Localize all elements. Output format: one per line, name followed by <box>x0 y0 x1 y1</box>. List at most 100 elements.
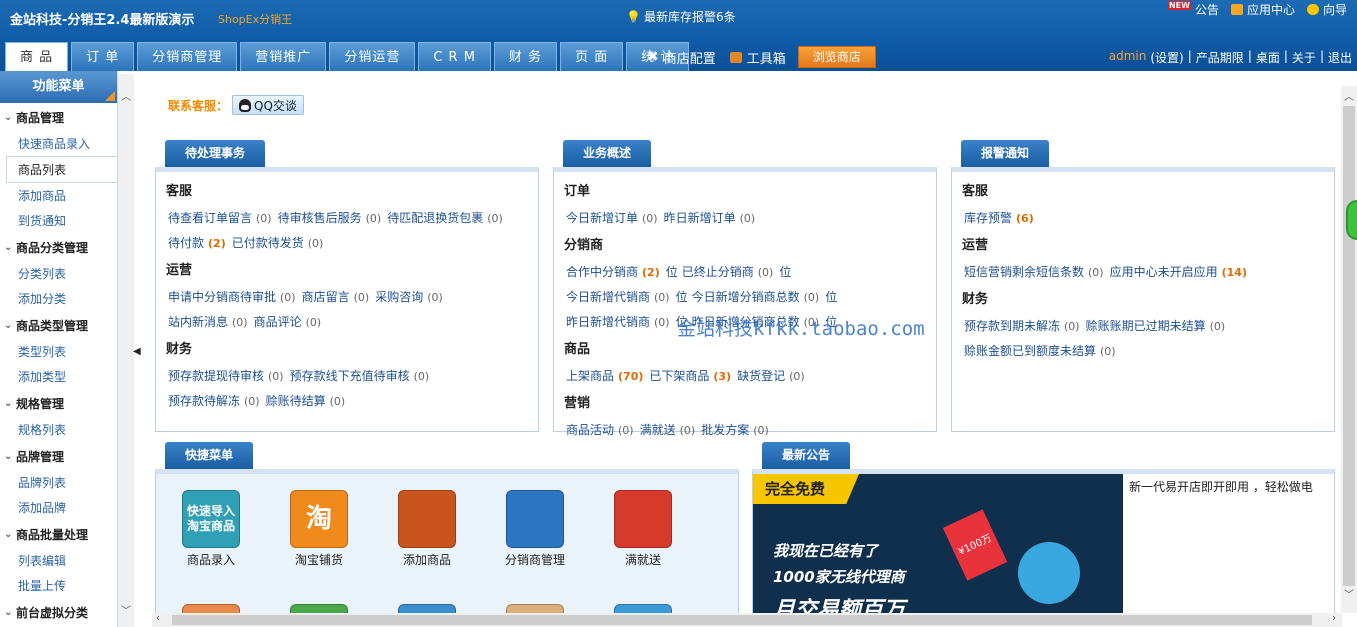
tab-0[interactable]: 商 品 <box>5 42 69 71</box>
sidebar-item[interactable]: 类型列表 <box>0 339 117 364</box>
stat-link[interactable]: 预存款提现待审核 <box>168 369 264 383</box>
stock-alert-link[interactable]: 💡 最新库存报警6条 <box>626 8 736 25</box>
tab-4[interactable]: 分销运营 <box>329 42 416 71</box>
admin-user[interactable]: admin <box>1109 49 1147 66</box>
quick-menu-item[interactable]: 添加商品 <box>382 490 472 568</box>
sidebar-item[interactable]: 批量上传 <box>0 573 117 598</box>
sidebar-group[interactable]: ⌄ 商品类型管理 <box>0 311 117 339</box>
sidebar-group-label: 商品管理 <box>16 111 65 125</box>
tab-pending[interactable]: 待处理事务 <box>165 140 266 167</box>
stat-link[interactable]: 待付款 <box>168 236 204 250</box>
tab-3[interactable]: 营销推广 <box>240 42 327 71</box>
sidebar-group[interactable]: ⌄ 前台虚拟分类 <box>0 598 117 626</box>
sidebar-group[interactable]: ⌄ 商品批量处理 <box>0 520 117 548</box>
stat-link[interactable]: 昨日新增订单 <box>664 211 736 225</box>
stat-link[interactable]: 赊账账期已过期未结算 <box>1086 319 1206 333</box>
stat-link[interactable]: 已终止分销商 <box>682 265 754 279</box>
stat-link[interactable]: 合作中分销商 <box>566 265 638 279</box>
sidebar-item[interactable]: 添加商品 <box>0 183 117 208</box>
quick-menu-item[interactable]: 分销商管理 <box>490 490 580 568</box>
sidebar-group[interactable]: ⌄ 商品管理 <box>0 103 117 131</box>
stat-link[interactable]: 商店留言 <box>302 290 350 304</box>
sidebar-item[interactable]: 添加品牌 <box>0 495 117 520</box>
browse-shop-button[interactable]: 浏览商店 <box>797 46 876 68</box>
sidebar-item[interactable]: 规格列表 <box>0 417 117 442</box>
quick-menu-item[interactable]: 快速导入 淘宝商品 商品录入 <box>166 490 256 568</box>
stat-link[interactable]: 预存款到期未解冻 <box>964 319 1060 333</box>
stat-link[interactable]: 采购咨询 <box>375 290 423 304</box>
scroll-up-icon[interactable]: ︿ <box>1344 88 1354 103</box>
stat-link[interactable]: 待查看订单留言 <box>168 211 252 225</box>
scroll-up-icon[interactable]: ︿ <box>121 88 131 103</box>
stat-link[interactable]: 赊账待结算 <box>266 394 326 408</box>
scroll-down-icon[interactable]: ﹀ <box>1344 586 1354 601</box>
stat-link[interactable]: 待审核售后服务 <box>278 211 362 225</box>
main-vertical-scrollbar[interactable]: ︿ ﹀ <box>1341 86 1357 613</box>
stat-link[interactable]: 已付款待发货 <box>232 236 304 250</box>
sidebar-group[interactable]: ⌄ 品牌管理 <box>0 442 117 470</box>
news-headline[interactable]: 新一代易开店即开即用 ，轻松做电 <box>1129 478 1327 495</box>
tab-6[interactable]: 财 务 <box>493 42 558 71</box>
stat-link[interactable]: 昨日新增代销商 <box>566 315 650 329</box>
tab-overview[interactable]: 业务概述 <box>563 140 652 167</box>
sidebar-group[interactable]: ⌄ 商品分类管理 <box>0 233 117 261</box>
desktop-link[interactable]: 桌面 <box>1256 49 1280 66</box>
sidebar-item[interactable]: 分类列表 <box>0 261 117 286</box>
product-period-link[interactable]: 产品期限 <box>1196 49 1244 66</box>
scroll-left-icon[interactable]: ‹ <box>156 613 160 624</box>
quick-menu-item[interactable]: 淘淘宝铺货 <box>274 490 364 568</box>
main-horizontal-scrollbar[interactable]: ‹ › <box>152 613 1342 627</box>
notice-link[interactable]: NEW 公告 <box>1167 0 1219 17</box>
logout-link[interactable]: 退出 <box>1328 49 1352 66</box>
sidebar-item[interactable]: 添加类型 <box>0 364 117 389</box>
guide-link[interactable]: 向导 <box>1306 1 1347 17</box>
stat-link[interactable]: 已下架商品 <box>649 369 709 383</box>
sidebar-item[interactable]: 到货通知 <box>0 208 117 233</box>
stat-link[interactable]: 缺货登记 <box>737 369 785 383</box>
quick-menu-item[interactable]: 满就送 <box>598 490 688 568</box>
tab-news[interactable]: 最新公告 <box>762 442 851 469</box>
stat-link[interactable]: 今日新增分销商总数 <box>692 290 800 304</box>
stat-link[interactable]: 站内新消息 <box>168 315 228 329</box>
stat-link[interactable]: 应用中心未开启应用 <box>1110 265 1218 279</box>
tab-1[interactable]: 订 单 <box>71 42 135 71</box>
tab-alerts[interactable]: 报警通知 <box>961 140 1050 167</box>
about-link[interactable]: 关于 <box>1292 49 1316 66</box>
stat-link[interactable]: 短信营销剩余短信条数 <box>964 265 1084 279</box>
toolbox-link[interactable]: 工具箱 <box>729 48 786 67</box>
shop-config-link[interactable]: ✖ 商店配置 <box>647 48 716 67</box>
sidebar-group[interactable]: ⌄ 规格管理 <box>0 389 117 417</box>
qq-chat-button[interactable]: QQ交谈 <box>232 95 304 115</box>
settings-link[interactable]: (设置) <box>1150 49 1183 66</box>
sidebar-item[interactable]: 快速商品录入 <box>0 131 117 156</box>
stat-link[interactable]: 批发方案 <box>701 423 749 437</box>
app-center-link[interactable]: 应用中心 <box>1230 1 1295 17</box>
stat-link[interactable]: 待匹配退换货包裹 <box>387 211 483 225</box>
stat-link[interactable]: 商品活动 <box>566 423 614 437</box>
top-header: 金站科技-分销王2.4最新版演示 ShopEx分销王 💡 最新库存报警6条 NEW… <box>0 0 1357 71</box>
promo-banner[interactable]: 完全免费 我现在已经有了 1000家无线代理商 月交易额百万 ¥100万 <box>753 474 1123 614</box>
tab-5[interactable]: C R M <box>418 42 491 71</box>
stat-link[interactable]: 赊账金额已到额度未结算 <box>964 344 1096 358</box>
tab-7[interactable]: 页 面 <box>560 42 624 71</box>
stat-link[interactable]: 库存预警 <box>964 211 1012 225</box>
scroll-right-icon[interactable]: › <box>1332 613 1336 624</box>
stat-row: 预存款提现待审核 (0) 预存款线下充值待审核 (0) <box>168 367 538 384</box>
stat-link[interactable]: 满就送 <box>640 423 676 437</box>
floating-widget-icon[interactable] <box>1346 200 1357 240</box>
stat-link[interactable]: 申请中分销商待审批 <box>168 290 276 304</box>
scroll-down-icon[interactable]: ﹀ <box>121 602 131 617</box>
sidebar-item[interactable]: 添加分类 <box>0 286 117 311</box>
sidebar-item[interactable]: 商品列表 <box>6 156 117 183</box>
stat-link[interactable]: 今日新增代销商 <box>566 290 650 304</box>
tab-quick-menu[interactable]: 快捷菜单 <box>165 442 254 469</box>
sidebar-scrollbar[interactable]: ︿ ﹀ <box>118 74 134 627</box>
stat-link[interactable]: 今日新增订单 <box>566 211 638 225</box>
sidebar-item[interactable]: 列表编辑 <box>0 548 117 573</box>
stat-link[interactable]: 上架商品 <box>566 369 614 383</box>
sidebar-item[interactable]: 品牌列表 <box>0 470 117 495</box>
stat-link[interactable]: 预存款待解冻 <box>168 394 240 408</box>
stat-link[interactable]: 预存款线下充值待审核 <box>290 369 410 383</box>
tab-2[interactable]: 分销商管理 <box>137 42 238 71</box>
stat-link[interactable]: 商品评论 <box>254 315 302 329</box>
